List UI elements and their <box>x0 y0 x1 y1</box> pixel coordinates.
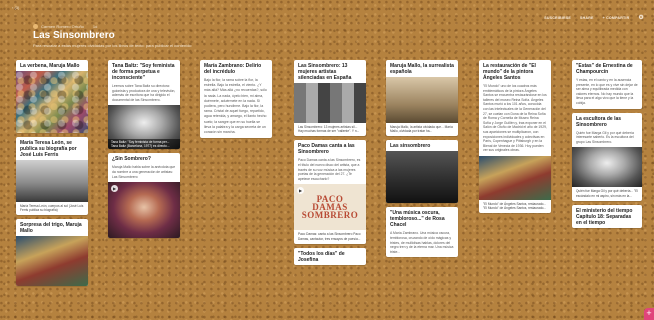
author-name: Carmen Romero Ortuño <box>41 24 84 29</box>
card-image[interactable] <box>294 83 366 123</box>
card-caption: Las Sinsombrero: 13 mujeres artistas sil… <box>298 125 360 134</box>
subscribe-button[interactable]: SUSCRIBIRSE <box>544 16 571 20</box>
card-image[interactable]: ▶ PACO DAMAS SOMBRERO <box>294 184 366 231</box>
column-4: Las Sinsombrero: 13 mujeres artistas sil… <box>294 60 366 269</box>
card-text: Quién fue Marga Gil y por qué debería in… <box>576 130 634 144</box>
column-5: Maruja Mallo, la surrealista española Ma… <box>386 60 458 261</box>
page-title: Las Sinsombrero <box>33 30 115 41</box>
post-card[interactable]: María Teresa León, se publica su biograf… <box>16 137 88 216</box>
post-card[interactable]: "Estas" de Ernestina de Champourcín Y es… <box>572 60 642 109</box>
card-title: La escultora de las Sinsombrero <box>576 115 622 128</box>
post-card[interactable]: La restauración de "El mundo" de la pint… <box>479 60 551 214</box>
card-title: Sorpresa del trigo, Maruja Mallo <box>20 222 82 235</box>
page-subtitle: Para rescatar a estas mujeres olvidadas … <box>33 43 192 48</box>
post-card[interactable]: El ministerio del tiempo Capítulo 18: Se… <box>572 204 642 228</box>
column-7: "Estas" de Ernestina de Champourcín Y es… <box>572 60 642 232</box>
card-title: Las sinsombrero <box>390 143 431 150</box>
card-image[interactable] <box>479 155 551 200</box>
card-text: Bajo la flor, la rama sobre la flor, la … <box>204 78 267 135</box>
post-card[interactable]: María Zambrano: Delirio del incrédulo Ba… <box>200 60 272 139</box>
card-title: Paco Damas canta a las Sinsombrero <box>298 143 355 156</box>
card-title: Tana Baltz: "Soy feminista de forma perp… <box>112 63 175 81</box>
card-title: "Todos los días" de Josefina <box>298 250 345 263</box>
card-image[interactable]: Tana Baltz: "Soy feminista de forma per.… <box>108 105 180 150</box>
card-title: "Una música oscura, tembloroso..." de Ro… <box>390 210 445 229</box>
card-text: "El Mundo" uno de los cuadros más emblem… <box>483 84 547 153</box>
card-caption: "El Mundo" de Ángeles Santos, restaurado… <box>483 201 547 211</box>
share-button[interactable]: SHARE <box>580 16 594 20</box>
card-image[interactable] <box>16 160 88 202</box>
card-caption: María Teresa León, cuerpos al sol (José … <box>20 204 84 213</box>
column-1: La verbena, Maruja Mallo María Teresa Le… <box>16 60 88 290</box>
card-image[interactable] <box>386 77 458 123</box>
card-image[interactable] <box>16 71 88 133</box>
card-image[interactable] <box>572 147 642 188</box>
card-title: María Zambrano: Delirio del incrédulo <box>204 63 262 75</box>
card-image[interactable]: ▶ <box>108 182 180 239</box>
post-card[interactable]: La escultora de las Sinsombrero Quién fu… <box>572 112 642 201</box>
card-title: ¿Sin Sombrero? <box>112 156 151 163</box>
card-image[interactable] <box>16 236 88 287</box>
gear-icon[interactable]: ⚙ <box>638 15 644 21</box>
author-time: 1d <box>92 24 98 29</box>
card-text: Y estas, en el canto y en la ausencia pr… <box>576 78 638 105</box>
card-title: Las Sinsombrero: 13 mujeres artistas sil… <box>298 63 352 81</box>
card-title: Maruja Mallo, la surrealista española <box>390 63 454 75</box>
card-caption: Quién fue Marga Gil y por qué debería...… <box>576 189 638 198</box>
card-caption: Maruja Mallo, la artista olvidada que...… <box>390 125 453 134</box>
column-3: María Zambrano: Delirio del incrédulo Ba… <box>200 60 272 142</box>
back-link[interactable]: ‹ (3) <box>12 5 19 10</box>
card-text: Maruja Mallo habla sobre la anécdota que… <box>112 165 176 179</box>
post-card[interactable]: Tana Baltz: "Soy feminista de forma perp… <box>108 60 180 150</box>
card-text: Leemos sobre Tana Baltz su directora: gu… <box>112 84 176 102</box>
card-image[interactable] <box>386 151 458 204</box>
add-post-button[interactable]: + <box>644 308 654 320</box>
card-title: La restauración de "El mundo" de la pint… <box>483 63 536 81</box>
post-card[interactable]: "Todos los días" de Josefina <box>294 247 366 265</box>
post-card[interactable]: ¿Sin Sombrero? Maruja Mallo habla sobre … <box>108 153 180 239</box>
post-card[interactable]: Las Sinsombrero: 13 mujeres artistas sil… <box>294 60 366 137</box>
post-card[interactable]: Paco Damas canta a las Sinsombrero Paco … <box>294 140 366 244</box>
post-card[interactable]: Maruja Mallo, la surrealista española Ma… <box>386 60 458 137</box>
card-title: "Estas" de Ernestina de Champourcín <box>576 63 633 75</box>
play-icon[interactable]: ▶ <box>297 187 304 195</box>
card-text: Paco Damas canta a las Sinsombrero, es e… <box>298 158 361 181</box>
column-2: Tana Baltz: "Soy feminista de forma perp… <box>108 60 180 242</box>
card-title: María Teresa León, se publica su biograf… <box>20 140 77 158</box>
post-card[interactable]: Las sinsombrero <box>386 140 458 204</box>
remake-button[interactable]: + COMPARTIR <box>603 16 630 20</box>
poster-lettering: PACO DAMAS SOMBRERO <box>301 194 359 221</box>
card-title: La verbena, Maruja Mallo <box>20 63 80 69</box>
top-nav: SUSCRIBIRSE SHARE + COMPARTIR ⚙ <box>544 15 644 21</box>
author[interactable]: Carmen Romero Ortuño 1d <box>33 24 97 29</box>
card-caption: Paco Damas: canta a las Sinsombrero Paco… <box>298 232 361 241</box>
post-card[interactable]: La verbena, Maruja Mallo <box>16 60 88 133</box>
top-bar: ‹ (3) <box>0 0 654 16</box>
card-text: A María Zambrano. Una música oscura, tem… <box>390 231 454 254</box>
avatar <box>33 24 38 29</box>
column-6: La restauración de "El mundo" de la pint… <box>479 60 551 217</box>
post-card[interactable]: "Una música oscura, tembloroso..." de Ro… <box>386 207 458 258</box>
image-caption: Tana Baltz: "Soy feminista de forma per.… <box>108 139 180 150</box>
play-icon[interactable]: ▶ <box>111 185 118 193</box>
post-card[interactable]: Sorpresa del trigo, Maruja Mallo <box>16 219 88 287</box>
card-title: El ministerio del tiempo Capítulo 18: Se… <box>576 207 633 226</box>
